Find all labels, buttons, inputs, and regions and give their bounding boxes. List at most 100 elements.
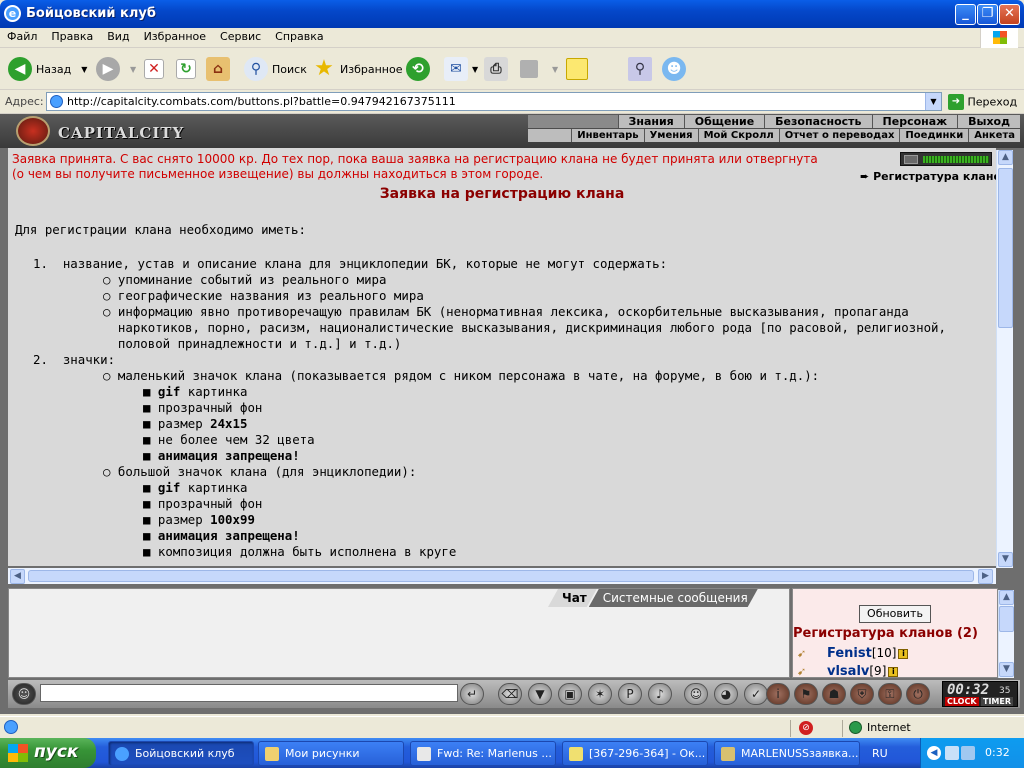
- team-icon[interactable]: ☗: [822, 683, 846, 705]
- nav-profile[interactable]: Анкета: [968, 129, 1020, 142]
- language-indicator[interactable]: RU: [872, 747, 888, 760]
- favorites-button[interactable]: ★ Избранное: [312, 54, 402, 84]
- task-chat-window[interactable]: [367-296-364] - Ок...: [562, 741, 708, 766]
- translit-icon[interactable]: P: [618, 683, 642, 705]
- helmet-icon[interactable]: ◕: [714, 683, 738, 705]
- exit-icon[interactable]: ⏻: [906, 683, 930, 705]
- tab-chat[interactable]: Чат: [548, 589, 597, 607]
- nav-communication[interactable]: Общение: [683, 115, 765, 128]
- go-button[interactable]: ➜ Переход: [948, 94, 1017, 110]
- stop-button[interactable]: ✕: [144, 54, 168, 84]
- address-dropdown-icon[interactable]: ▼: [925, 93, 941, 110]
- nav-exit[interactable]: Выход: [957, 115, 1020, 128]
- list-title: Регистратура кланов (2): [793, 626, 978, 641]
- task-my-pictures[interactable]: Мои рисунки: [258, 741, 404, 766]
- scroll-right-icon[interactable]: ▶: [978, 569, 993, 584]
- nav-my-scroll[interactable]: Мой Скролл: [697, 129, 779, 142]
- info-icon[interactable]: i: [766, 683, 790, 705]
- filter-icon[interactable]: ▼: [528, 683, 552, 705]
- list-vscroll-thumb[interactable]: [999, 606, 1014, 632]
- maximize-button[interactable]: ❐: [977, 4, 998, 25]
- scroll-up-icon[interactable]: ▲: [998, 150, 1013, 165]
- content-vscroll-thumb[interactable]: [998, 168, 1013, 328]
- content-hscroll-thumb[interactable]: [28, 570, 974, 582]
- print-button[interactable]: ⎙: [484, 54, 512, 84]
- back-button[interactable]: ◀ Назад ▼: [8, 54, 87, 84]
- messenger-button[interactable]: ☻: [662, 54, 690, 84]
- forward-dropdown-icon[interactable]: ▼: [130, 65, 136, 74]
- window-titlebar[interactable]: e Бойцовский клуб _ ❐ ✕: [0, 0, 1024, 28]
- address-input[interactable]: http://capitalcity.combats.com/buttons.p…: [46, 92, 942, 111]
- home-button[interactable]: ⌂: [206, 54, 234, 84]
- menu-view[interactable]: Вид: [100, 28, 136, 43]
- info-icon[interactable]: i: [898, 648, 909, 659]
- menu-favorites[interactable]: Избранное: [137, 28, 213, 43]
- mail-dropdown-icon[interactable]: ▼: [472, 65, 478, 74]
- start-button[interactable]: пуск: [0, 738, 96, 768]
- nav-inventory[interactable]: Инвентарь: [571, 129, 643, 142]
- minimize-button[interactable]: _: [955, 4, 976, 25]
- nav-skills[interactable]: Умения: [643, 129, 698, 142]
- map-icon[interactable]: ⚑: [794, 683, 818, 705]
- player-name[interactable]: Fenist: [827, 646, 872, 661]
- task-marlenus[interactable]: MARLENUSSзаявка...: [714, 741, 860, 766]
- tray-clock[interactable]: 0:32: [985, 746, 1010, 759]
- nav-knowledge[interactable]: Знания: [617, 115, 684, 128]
- network-icon[interactable]: [945, 746, 959, 760]
- nav-transfers-report[interactable]: Отчет о переводах: [778, 129, 900, 142]
- send-icon[interactable]: ↵: [460, 683, 484, 705]
- scroll-down-icon[interactable]: ▼: [999, 662, 1014, 677]
- history-button[interactable]: ⟲: [406, 54, 434, 84]
- player-row[interactable]: vlsalv[9] i: [827, 664, 899, 679]
- shield-icon[interactable]: ⛨: [850, 683, 874, 705]
- speaker-icon[interactable]: ☺: [12, 683, 36, 705]
- back-dropdown-icon[interactable]: ▼: [81, 65, 87, 74]
- refresh-list-button[interactable]: Обновить: [859, 605, 931, 623]
- nav-battles[interactable]: Поединки: [899, 129, 968, 142]
- tab-system-messages[interactable]: Системные сообщения: [589, 589, 758, 607]
- mail-button[interactable]: ✉ ▼: [444, 54, 478, 84]
- figure-icon[interactable]: ✶: [588, 683, 612, 705]
- nav-security[interactable]: Безопасность: [764, 115, 872, 128]
- eraser-icon[interactable]: ⌫: [498, 683, 522, 705]
- search-button[interactable]: ⚲ Поиск: [244, 54, 307, 84]
- popup-blocked-icon[interactable]: ⊘: [799, 721, 813, 735]
- content-vscroll[interactable]: ▲ ▼: [996, 150, 1013, 568]
- menu-help[interactable]: Справка: [268, 28, 330, 43]
- check-icon[interactable]: ✓: [744, 683, 768, 705]
- attack-icon[interactable]: ➹: [797, 647, 819, 660]
- clan-registry-link[interactable]: ➨ Регистратура кланов.: [860, 169, 996, 185]
- item-text: маленький значок клана (показывается ряд…: [117, 368, 820, 383]
- edit-dropdown-icon[interactable]: ▼: [552, 65, 558, 74]
- edit-button[interactable]: ▼: [520, 54, 558, 84]
- forward-button[interactable]: ▶ ▼: [96, 54, 136, 84]
- tray-expand-icon[interactable]: ◀: [927, 746, 941, 760]
- menu-tools[interactable]: Сервис: [213, 28, 268, 43]
- scroll-up-icon[interactable]: ▲: [999, 590, 1014, 605]
- player-name[interactable]: vlsalv: [827, 664, 869, 679]
- menu-edit[interactable]: Правка: [44, 28, 100, 43]
- task-fight-club[interactable]: Бойцовский клуб: [108, 741, 254, 766]
- attack-icon[interactable]: ➹: [797, 665, 819, 678]
- scroll-left-icon[interactable]: ◀: [10, 569, 25, 584]
- task-email[interactable]: Fwd: Re: Marlenus ...: [410, 741, 556, 766]
- scroll-down-icon[interactable]: ▼: [998, 552, 1013, 567]
- nav-character[interactable]: Персонаж: [871, 115, 958, 128]
- tray-app-icon[interactable]: [961, 746, 975, 760]
- smiley-icon[interactable]: ☺: [684, 683, 708, 705]
- search-label: Поиск: [272, 62, 307, 76]
- research-button[interactable]: ⚲: [628, 54, 656, 84]
- close-button[interactable]: ✕: [999, 4, 1020, 25]
- save-icon[interactable]: ▣: [558, 683, 582, 705]
- list-vscroll[interactable]: ▲ ▼: [998, 590, 1014, 678]
- requirements-list: Для регистрации клана необходимо иметь: …: [15, 222, 995, 560]
- discuss-button[interactable]: [566, 54, 592, 84]
- bag-icon[interactable]: ⚿: [878, 683, 902, 705]
- item-text: информацию явно противоречащую правилам …: [117, 304, 909, 319]
- sound-icon[interactable]: ♪: [648, 683, 672, 705]
- menu-file[interactable]: Файл: [0, 28, 44, 43]
- chat-input[interactable]: [40, 684, 458, 702]
- info-icon[interactable]: i: [888, 666, 899, 677]
- refresh-button[interactable]: ↻: [176, 54, 200, 84]
- player-row[interactable]: Fenist[10] i: [827, 646, 909, 661]
